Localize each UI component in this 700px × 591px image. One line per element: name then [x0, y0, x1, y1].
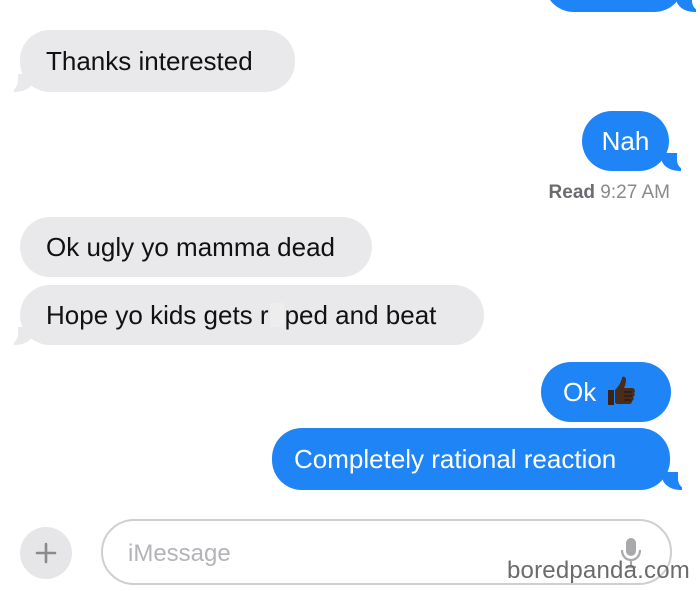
bubble-tail [661, 152, 691, 172]
message-bubble-outgoing[interactable]: Ok [541, 362, 671, 422]
redaction-blur [269, 303, 284, 327]
message-bubble-incoming[interactable]: Thanks interested [20, 30, 295, 92]
add-attachment-button[interactable] [20, 527, 72, 579]
message-text-after: ped and beat [284, 300, 437, 330]
plus-icon [35, 542, 57, 564]
message-input-placeholder: iMessage [128, 540, 231, 567]
message-text: Ok ugly yo mamma dead [46, 232, 336, 262]
message-bubble-outgoing-cutoff[interactable] [544, 0, 684, 12]
bubble-tail [662, 471, 692, 491]
bubble-tail [4, 326, 34, 346]
bubble-tail [4, 73, 34, 93]
watermark: boredpanda.com [507, 557, 690, 584]
read-time: 9:27 AM [600, 182, 670, 203]
read-status: Read [548, 182, 595, 203]
thumbs-up-icon [604, 375, 638, 409]
message-text: Completely rational reaction [294, 444, 617, 474]
read-receipt: Read 9:27 AM [549, 182, 670, 204]
bubble-tail [676, 0, 700, 13]
message-text: Thanks interested [46, 46, 253, 76]
message-text-before: Hope yo kids gets r [46, 300, 269, 330]
message-bubble-incoming[interactable]: Ok ugly yo mamma dead [20, 217, 372, 277]
message-bubble-outgoing[interactable]: Completely rational reaction [272, 428, 670, 490]
message-bubble-outgoing[interactable]: Nah [582, 111, 669, 171]
message-text: Nah [601, 126, 650, 156]
message-bubble-incoming[interactable]: Hope yo kids gets r ped and beat [20, 285, 484, 345]
message-text: Ok [563, 377, 597, 407]
